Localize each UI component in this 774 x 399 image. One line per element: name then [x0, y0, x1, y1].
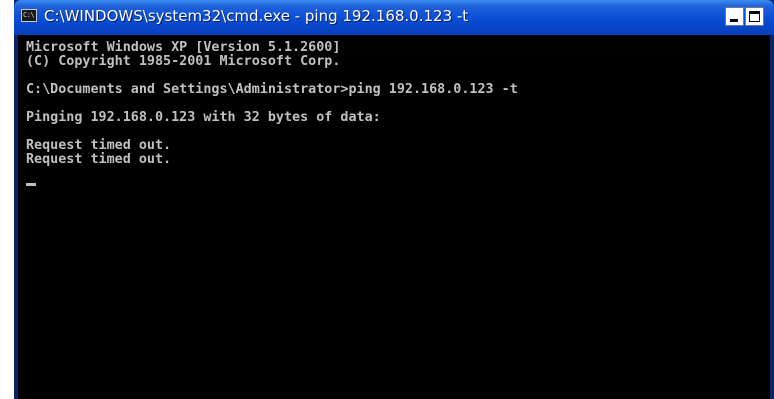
console-line-copyright: (C) Copyright 1985-2001 Microsoft Corp.	[26, 54, 341, 69]
console-line-timeout-2: Request timed out.	[26, 152, 172, 167]
console-line-command: C:\Documents and Settings\Administrator>…	[26, 82, 518, 97]
maximize-button[interactable]	[745, 7, 764, 26]
console-output[interactable]: Microsoft Windows XP [Version 5.1.2600] …	[18, 35, 770, 399]
console-line-timeout-1: Request timed out.	[26, 138, 172, 153]
console-app-icon[interactable]: C:\	[21, 9, 37, 22]
text-cursor	[26, 183, 36, 186]
console-line-version: Microsoft Windows XP [Version 5.1.2600]	[26, 40, 341, 55]
maximize-icon	[749, 11, 760, 22]
window-title: C:\WINDOWS\system32\cmd.exe - ping 192.1…	[44, 7, 469, 25]
minimize-button[interactable]	[725, 7, 744, 26]
cmd-window: C:\ C:\WINDOWS\system32\cmd.exe - ping 1…	[14, 0, 774, 399]
minimize-icon	[730, 19, 738, 22]
title-bar[interactable]: C:\ C:\WINDOWS\system32\cmd.exe - ping 1…	[14, 0, 774, 35]
console-line-pinging: Pinging 192.168.0.123 with 32 bytes of d…	[26, 110, 381, 125]
